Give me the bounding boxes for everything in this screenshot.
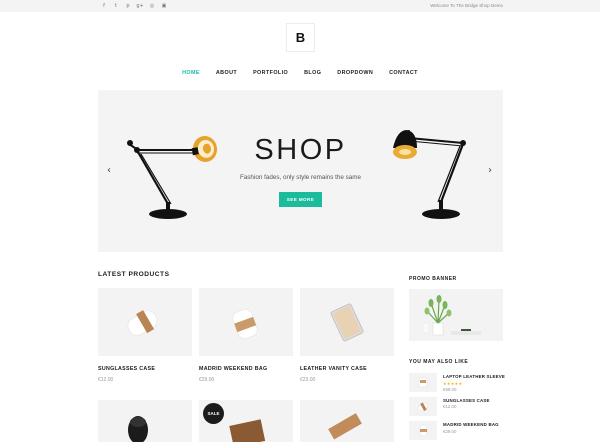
hero-title: SHOP (254, 134, 347, 166)
welcome-text: Welcome To The Bridge Shop Demo (430, 3, 503, 8)
nav-item-about[interactable]: ABOUT (216, 69, 237, 77)
nav-item-portfolio[interactable]: PORTFOLIO (253, 69, 288, 77)
side-item-price: €59.00 (443, 387, 457, 392)
product-image-madrid-weekend-bag[interactable] (199, 288, 293, 356)
hero-slider: SHOP Fashion fades, only style remains t… (98, 90, 503, 252)
product-image-leather-vanity-case[interactable] (300, 288, 394, 356)
strap-illustration (328, 413, 362, 440)
product-price: €12.00 (98, 377, 114, 383)
see-more-button[interactable]: SEE MORE (279, 192, 322, 207)
next-slide-icon[interactable]: › (488, 166, 492, 176)
rating-stars-icon: ★★★★★ (443, 381, 463, 386)
pinterest-icon[interactable]: p (122, 2, 134, 10)
nav-item-contact[interactable]: CONTACT (389, 69, 418, 77)
side-item-name[interactable]: SUNGLASSES CASE (443, 398, 490, 403)
you-may-also-like-heading: YOU MAY ALSO LIKE (409, 359, 469, 365)
product-price: €23.00 (300, 377, 316, 383)
side-item-image[interactable] (409, 397, 437, 416)
weekend-bag-thumb (419, 424, 428, 437)
dribbble-icon[interactable]: ◎ (146, 2, 158, 10)
prev-slide-icon[interactable]: ‹ (107, 166, 111, 176)
plant-illustration (422, 295, 481, 336)
left-lamp-image (127, 136, 218, 219)
instagram-icon[interactable]: ▣ (158, 2, 170, 10)
product-name[interactable]: LEATHER VANITY CASE (300, 366, 367, 372)
facebook-icon[interactable]: f (98, 2, 110, 10)
side-item-name[interactable]: LAPTOP LEATHER SLEEVE (443, 374, 505, 379)
weekend-bag-illustration (232, 309, 258, 339)
side-item-name[interactable]: MADRID WEEKEND BAG (443, 422, 499, 427)
product-name[interactable]: SUNGLASSES CASE (98, 366, 155, 372)
nav-item-blog[interactable]: BLOG (304, 69, 321, 77)
side-item-price: €29.00 (443, 429, 457, 434)
product-image-leather-strap[interactable] (300, 400, 394, 442)
social-links: f t p g+ ◎ ▣ (98, 2, 170, 10)
latest-products-heading: LATEST PRODUCTS (98, 271, 170, 278)
product-image-camera-lens[interactable] (98, 400, 192, 442)
product-image-sunglasses-case[interactable] (98, 288, 192, 356)
nav-item-dropdown[interactable]: DROPDOWN (337, 69, 373, 77)
side-item-image[interactable] (409, 373, 437, 392)
sunglasses-case-illustration (127, 310, 158, 336)
nav-item-home[interactable]: HOME (182, 69, 200, 77)
laptop-sleeve-thumb (418, 377, 428, 388)
sale-badge: SALE (203, 403, 224, 424)
sunglasses-case-thumb (418, 402, 428, 412)
promo-banner-image[interactable] (409, 289, 503, 341)
side-item-image[interactable] (409, 421, 437, 440)
google-plus-icon[interactable]: g+ (134, 2, 146, 10)
vanity-case-illustration (330, 303, 364, 342)
top-bar: f t p g+ ◎ ▣ Welcome To The Bridge Shop … (0, 0, 600, 12)
twitter-icon[interactable]: t (110, 2, 122, 10)
main-nav: HOME ABOUT PORTFOLIO BLOG DROPDOWN CONTA… (0, 69, 600, 77)
product-name[interactable]: MADRID WEEKEND BAG (199, 366, 267, 372)
side-item-price: €12.00 (443, 404, 457, 409)
lens-illustration (128, 416, 148, 442)
site-logo[interactable]: B (286, 23, 315, 52)
product-price: €29.00 (199, 377, 215, 383)
right-lamp-image (393, 130, 466, 219)
promo-banner-heading: PROMO BANNER (409, 276, 457, 282)
hero-subtitle: Fashion fades, only style remains the sa… (239, 174, 362, 181)
